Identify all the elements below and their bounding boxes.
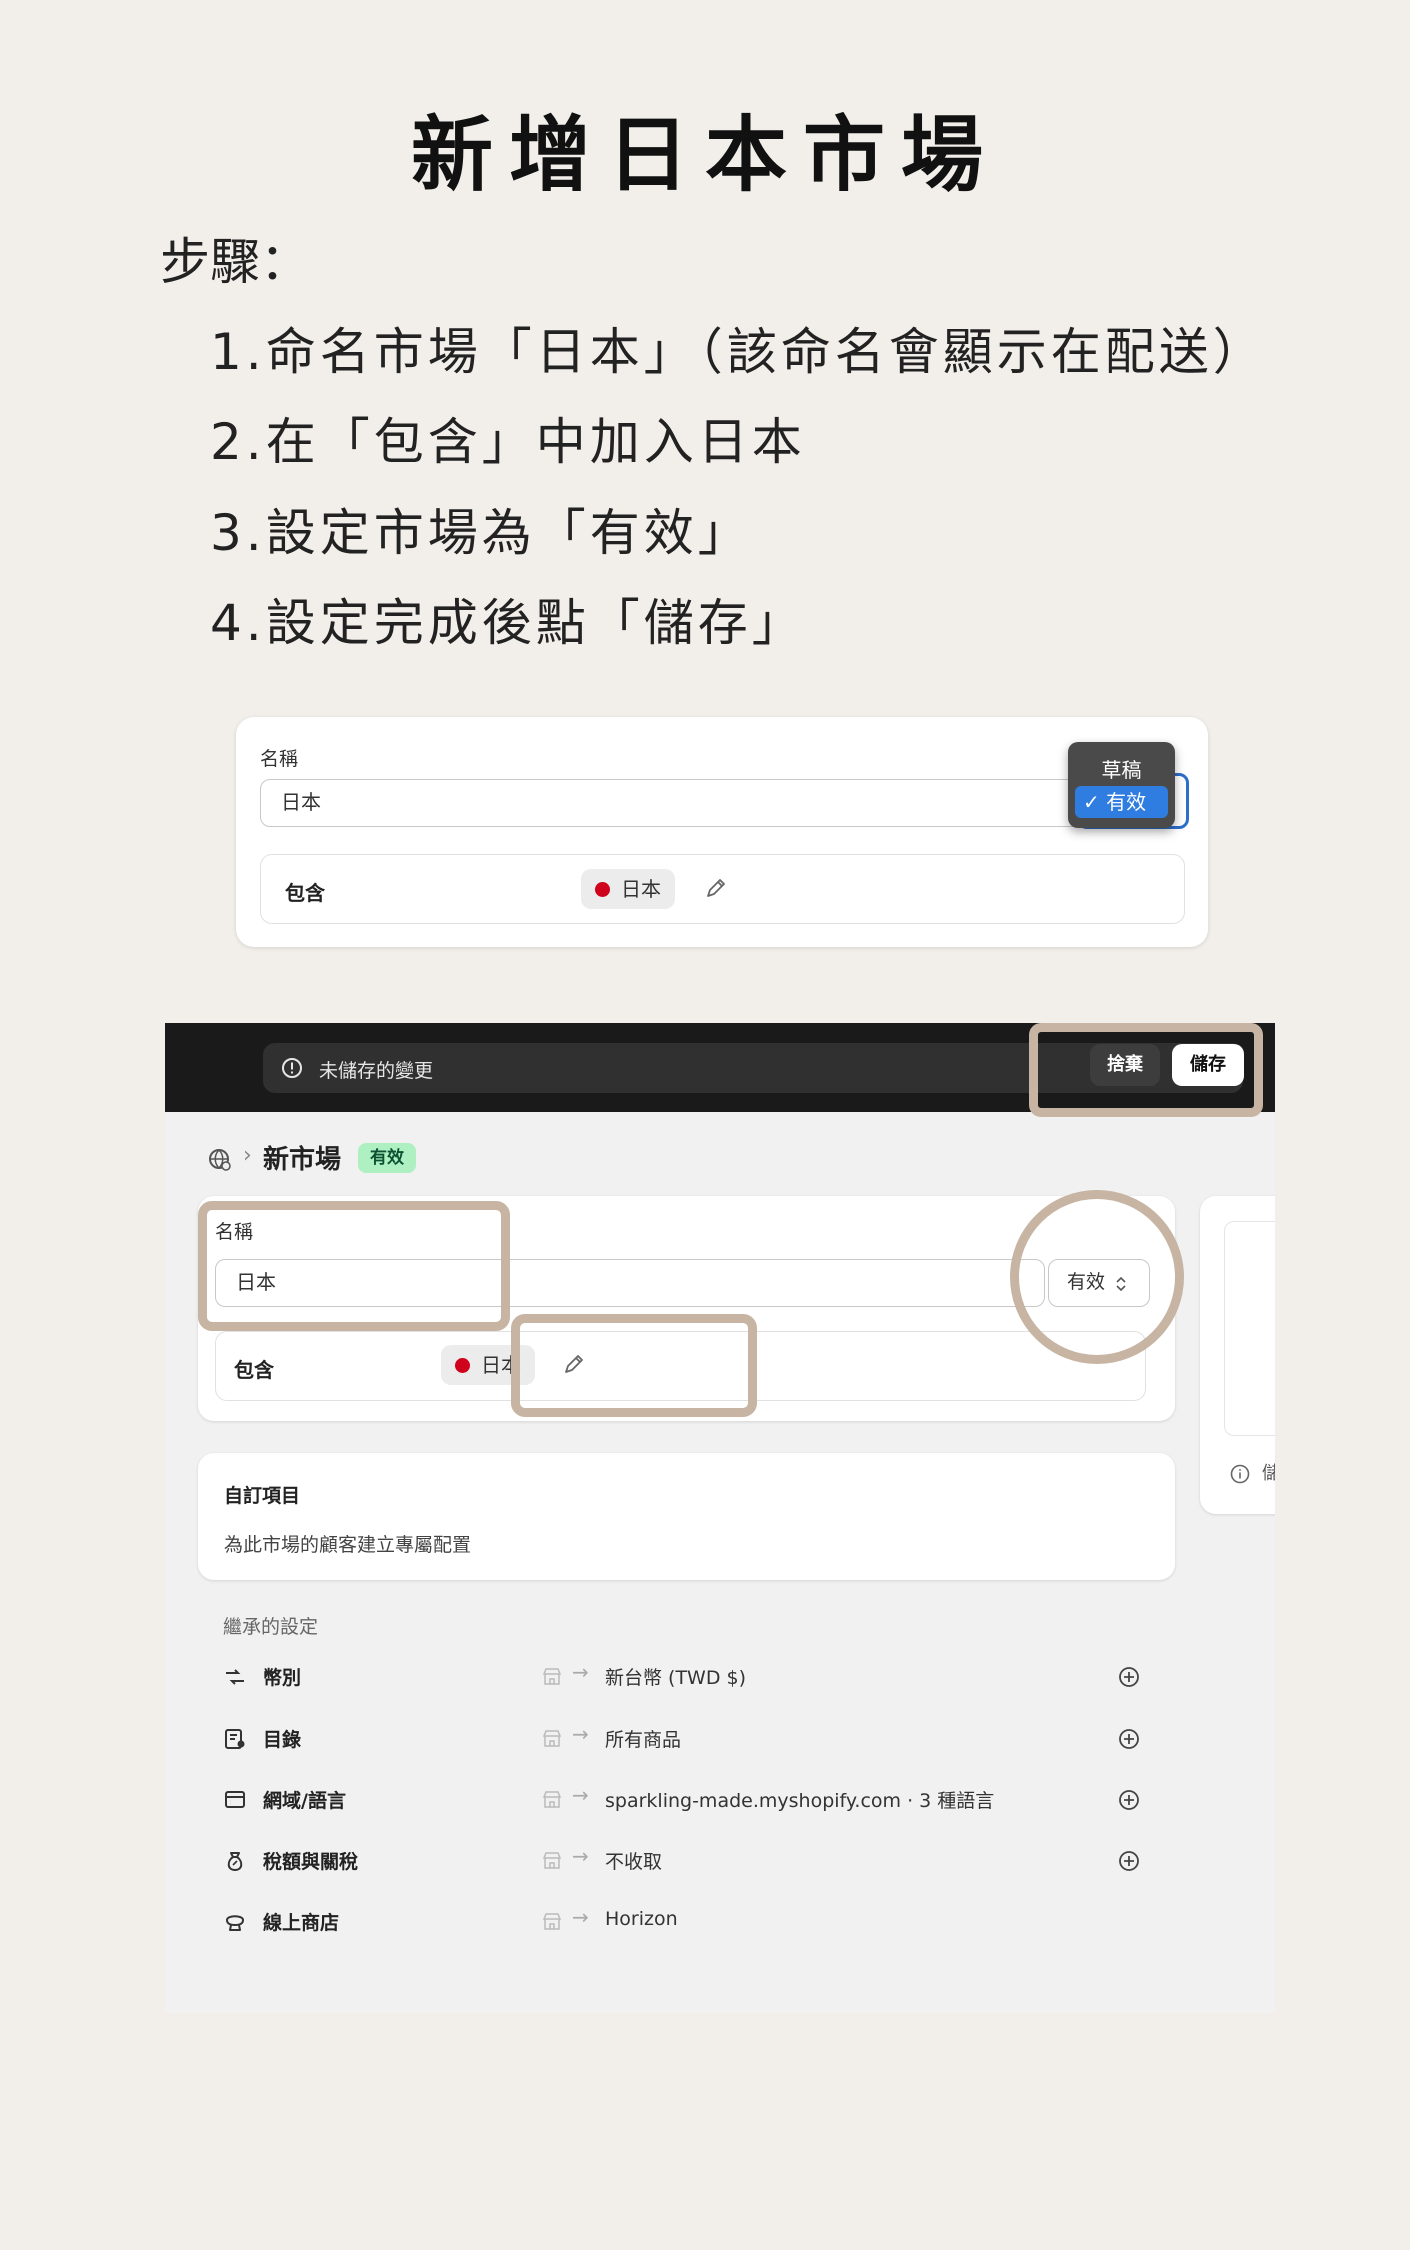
side-panel-card: 儲 <box>1200 1196 1275 1514</box>
catalog-icon <box>225 1729 245 1749</box>
theme-icon <box>226 1915 244 1931</box>
status-dropdown-menu: 草稿 ✓ 有效 <box>1068 742 1175 828</box>
market-name-card: 名稱 日本 包含 日本 <box>236 717 1208 947</box>
info-icon <box>1230 1464 1250 1484</box>
tax-bag-icon <box>227 1852 243 1871</box>
arrow-right-icon: → <box>572 1844 589 1868</box>
japan-flag-icon <box>595 882 610 897</box>
include-label: 包含 <box>234 1358 274 1382</box>
market-editor-screenshot: 未儲存的變更 捨棄 儲存 › 新市場 有效 名稱 日本 包含 日本 有效 儲 自… <box>165 1023 1275 2013</box>
name-input[interactable]: 日本 <box>260 779 1088 827</box>
row-value: sparkling-made.myshopify.com · 3 種語言 <box>605 1790 995 1812</box>
store-icon <box>542 1730 562 1747</box>
page-title: 新增日本市場 <box>410 107 999 203</box>
row-value: 不收取 <box>605 1851 663 1873</box>
store-icon <box>542 1791 562 1808</box>
add-circle-icon[interactable] <box>1117 1788 1141 1812</box>
store-icon <box>542 1913 562 1930</box>
highlight-status-select <box>1010 1190 1184 1364</box>
name-label: 名稱 <box>260 748 299 770</box>
step-1: 1.命名市場「日本」（該命名會顯示在配送） <box>210 323 1267 381</box>
row-label: 目錄 <box>263 1729 302 1751</box>
domain-icon <box>225 1791 245 1808</box>
currency-icon <box>226 1669 244 1685</box>
inherited-row-domain[interactable]: 網域/語言 → sparkling-made.myshopify.com · 3… <box>165 1780 1275 1820</box>
customizations-card[interactable]: 自訂項目 為此市場的顧客建立專屬配置 <box>198 1453 1175 1580</box>
market-title: 新市場 <box>263 1145 342 1175</box>
row-label: 稅額與關稅 <box>263 1851 359 1873</box>
status-option-draft[interactable]: 草稿 <box>1068 754 1175 783</box>
store-icon <box>542 1852 562 1869</box>
step-3: 3.設定市場為「有效」 <box>210 504 752 562</box>
row-label: 網域/語言 <box>263 1790 346 1812</box>
row-value: 新台幣 (TWD $) <box>605 1667 747 1689</box>
inherited-row-tax[interactable]: 稅額與關稅 → 不收取 <box>165 1841 1275 1881</box>
add-circle-icon[interactable] <box>1117 1849 1141 1873</box>
inherited-row-catalog[interactable]: 目錄 → 所有商品 <box>165 1719 1275 1759</box>
include-section: 包含 日本 <box>260 854 1185 924</box>
inherited-row-theme[interactable]: 線上商店 → Horizon <box>165 1902 1275 1942</box>
arrow-right-icon: → <box>572 1905 589 1929</box>
row-label: 幣別 <box>263 1667 302 1689</box>
side-panel-text: 儲 <box>1262 1463 1275 1484</box>
status-option-active[interactable]: ✓ 有效 <box>1075 786 1168 818</box>
alert-icon <box>282 1058 302 1078</box>
breadcrumb-chevron-icon: › <box>243 1143 252 1168</box>
markets-globe-icon[interactable] <box>207 1147 233 1173</box>
unsaved-text: 未儲存的變更 <box>319 1060 434 1082</box>
include-label: 包含 <box>285 881 325 905</box>
highlight-include-chip <box>511 1314 757 1417</box>
add-circle-icon[interactable] <box>1117 1665 1141 1689</box>
add-circle-icon[interactable] <box>1117 1727 1141 1751</box>
arrow-right-icon: → <box>572 1783 589 1807</box>
region-chip-japan[interactable]: 日本 <box>581 869 675 909</box>
store-icon <box>542 1668 562 1685</box>
step-2: 2.在「包含」中加入日本 <box>210 413 806 471</box>
region-chip-label: 日本 <box>621 877 661 901</box>
arrow-right-icon: → <box>572 1722 589 1746</box>
arrow-right-icon: → <box>572 1660 589 1684</box>
status-badge: 有效 <box>358 1143 416 1173</box>
row-value: 所有商品 <box>605 1729 682 1751</box>
step-4: 4.設定完成後點「儲存」 <box>210 594 806 652</box>
highlight-name-field <box>198 1201 510 1331</box>
inherited-row-currency[interactable]: 幣別 → 新台幣 (TWD $) <box>165 1657 1275 1697</box>
customizations-subtitle: 為此市場的顧客建立專屬配置 <box>224 1534 472 1556</box>
inherited-settings-title: 繼承的設定 <box>223 1616 319 1638</box>
row-label: 線上商店 <box>263 1912 340 1934</box>
steps-label: 步驟： <box>160 233 310 291</box>
edit-pencil-icon[interactable] <box>704 876 728 900</box>
japan-flag-icon <box>455 1358 470 1373</box>
side-panel-preview <box>1224 1221 1275 1436</box>
row-value: Horizon <box>605 1908 678 1930</box>
highlight-save-buttons <box>1029 1023 1263 1117</box>
customizations-title: 自訂項目 <box>224 1485 301 1507</box>
